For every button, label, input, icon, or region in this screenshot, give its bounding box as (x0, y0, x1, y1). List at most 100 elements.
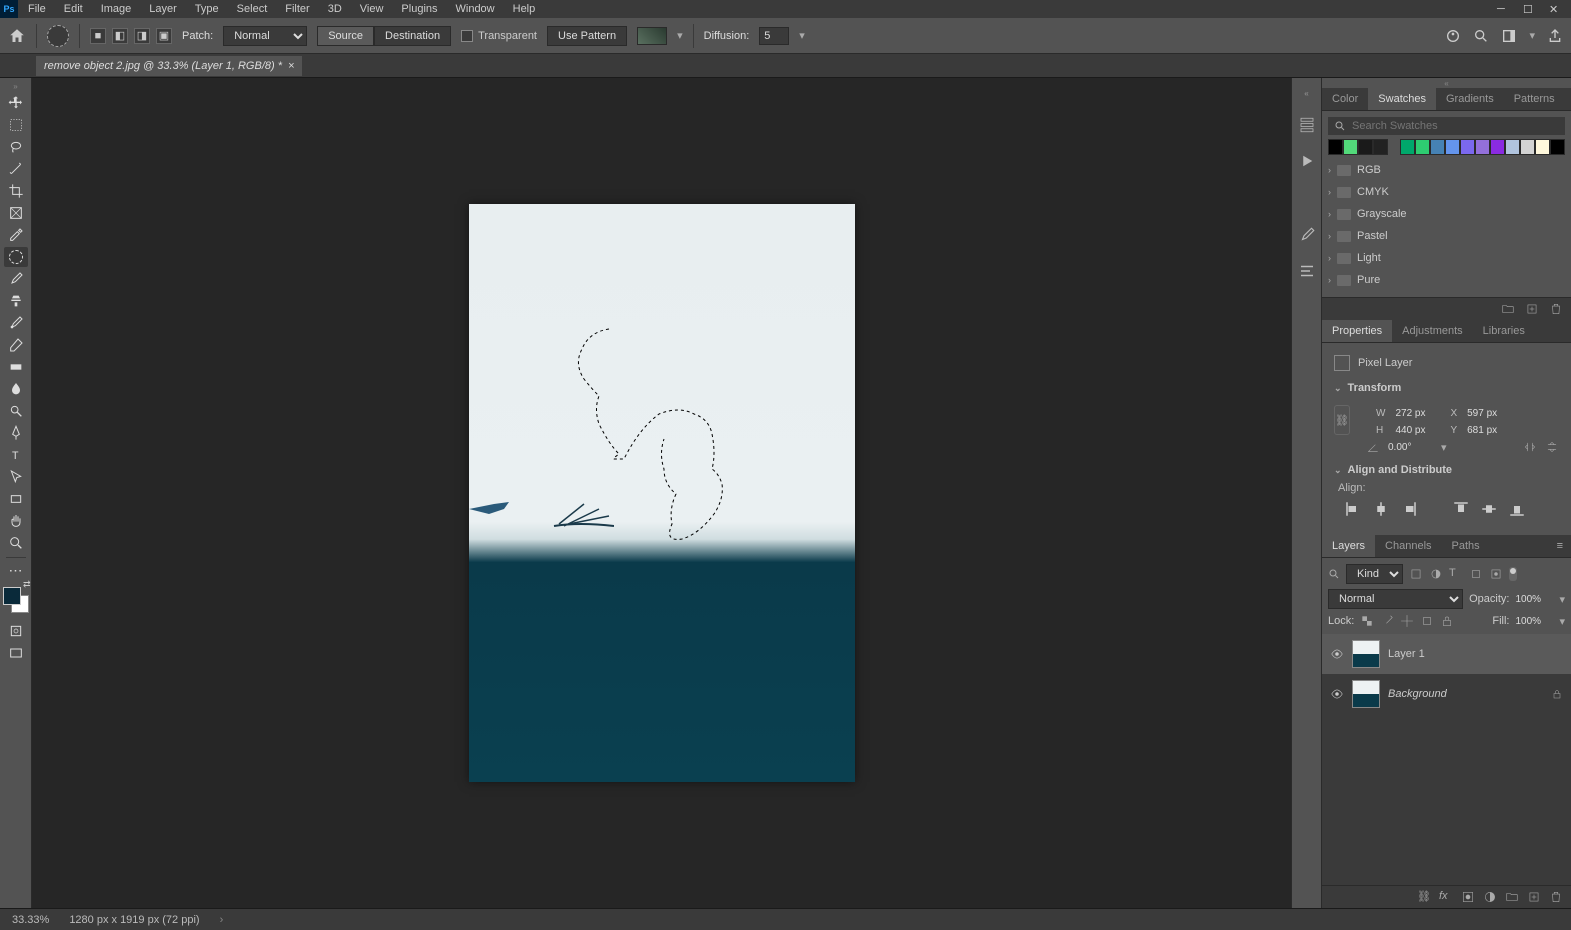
lock-artboard-icon[interactable] (1420, 614, 1434, 628)
menu-file[interactable]: File (20, 1, 54, 17)
lock-transparent-icon[interactable] (1360, 614, 1374, 628)
swatches-tab[interactable]: Swatches (1368, 88, 1436, 110)
maximize-button[interactable]: ☐ (1523, 3, 1535, 15)
channels-tab[interactable]: Channels (1375, 535, 1441, 557)
rectangle-tool[interactable] (4, 489, 28, 509)
patch-tool-icon[interactable] (47, 25, 69, 47)
brushes-panel-icon[interactable] (1298, 226, 1316, 244)
swatch[interactable] (1460, 139, 1475, 155)
new-layer-icon[interactable] (1527, 890, 1541, 904)
swatch[interactable] (1430, 139, 1445, 155)
crop-tool[interactable] (4, 181, 28, 201)
layer-item[interactable]: Background (1322, 674, 1571, 714)
layer-style-icon[interactable]: fx (1439, 890, 1453, 904)
subtract-selection-button[interactable]: ◨ (134, 28, 150, 44)
intersect-selection-button[interactable]: ▣ (156, 28, 172, 44)
destination-button[interactable]: Destination (374, 26, 451, 46)
swatch[interactable] (1475, 139, 1490, 155)
y-input[interactable] (1467, 425, 1512, 436)
flip-h-icon[interactable] (1523, 440, 1537, 454)
workspace-icon[interactable] (1501, 28, 1517, 44)
screen-mode-tool[interactable] (4, 643, 28, 663)
swatch[interactable] (1490, 139, 1505, 155)
height-input[interactable] (1395, 425, 1440, 436)
group-icon[interactable] (1505, 890, 1519, 904)
properties-tab[interactable]: Properties (1322, 320, 1392, 342)
opacity-input[interactable] (1515, 594, 1553, 605)
patch-mode-dropdown[interactable]: Normal (223, 26, 307, 46)
swatch[interactable] (1358, 139, 1373, 155)
color-picker[interactable]: ⇄ (3, 587, 29, 613)
swatch[interactable] (1535, 139, 1550, 155)
dropdown-arrow-icon[interactable]: ▾ (677, 29, 683, 42)
patch-tool[interactable] (4, 247, 28, 267)
swatch-folder-grayscale[interactable]: ›Grayscale (1328, 203, 1565, 225)
menu-edit[interactable]: Edit (56, 1, 91, 17)
cloud-icon[interactable] (1445, 28, 1461, 44)
marquee-tool[interactable] (4, 115, 28, 135)
link-dimensions-icon[interactable]: ⛓ (1334, 405, 1350, 435)
zoom-tool[interactable] (4, 533, 28, 553)
path-selection-tool[interactable] (4, 467, 28, 487)
dodge-tool[interactable] (4, 401, 28, 421)
close-tab-icon[interactable]: × (288, 60, 294, 72)
new-selection-button[interactable]: ■ (90, 28, 106, 44)
move-tool[interactable] (4, 93, 28, 113)
align-center-v-icon[interactable] (1480, 500, 1498, 518)
libraries-tab[interactable]: Libraries (1473, 320, 1535, 342)
menu-layer[interactable]: Layer (141, 1, 185, 17)
new-swatch-icon[interactable] (1525, 302, 1539, 316)
adjustments-tab[interactable]: Adjustments (1392, 320, 1473, 342)
menu-filter[interactable]: Filter (277, 1, 317, 17)
swatch-search[interactable] (1328, 117, 1565, 135)
home-icon[interactable] (8, 27, 26, 45)
minimize-button[interactable]: ─ (1497, 3, 1509, 15)
type-tool[interactable]: T (4, 445, 28, 465)
delete-layer-icon[interactable] (1549, 890, 1563, 904)
collapse-handle-icon[interactable]: » (13, 82, 17, 91)
swatch[interactable] (1373, 139, 1388, 155)
document-tab[interactable]: remove object 2.jpg @ 33.3% (Layer 1, RG… (36, 56, 302, 76)
menu-select[interactable]: Select (229, 1, 276, 17)
width-input[interactable] (1395, 408, 1440, 419)
filter-shape-icon[interactable] (1469, 567, 1483, 581)
brush-tool[interactable] (4, 269, 28, 289)
transform-section-header[interactable]: ⌄ Transform (1334, 382, 1559, 394)
layer-item[interactable]: Layer 1 (1322, 634, 1571, 674)
swatch-search-input[interactable] (1352, 120, 1559, 132)
eraser-tool[interactable] (4, 335, 28, 355)
menu-help[interactable]: Help (505, 1, 544, 17)
gradients-tab[interactable]: Gradients (1436, 88, 1504, 110)
diffusion-stepper-icon[interactable]: ▾ (799, 29, 805, 42)
color-tab[interactable]: Color (1322, 88, 1368, 110)
menu-plugins[interactable]: Plugins (393, 1, 445, 17)
flip-v-icon[interactable] (1545, 440, 1559, 454)
filter-toggle[interactable] (1509, 567, 1517, 581)
angle-dropdown-icon[interactable]: ▾ (1441, 441, 1447, 454)
folder-icon[interactable] (1501, 302, 1515, 316)
menu-3d[interactable]: 3D (320, 1, 350, 17)
swatch[interactable] (1550, 139, 1565, 155)
zoom-level[interactable]: 33.33% (12, 914, 49, 926)
menu-window[interactable]: Window (448, 1, 503, 17)
fill-input[interactable] (1515, 616, 1553, 627)
foreground-color[interactable] (3, 587, 21, 605)
panel-menu-icon[interactable]: ≡ (1549, 535, 1571, 557)
kind-dropdown[interactable]: Kind (1346, 564, 1403, 584)
swatch[interactable] (1520, 139, 1535, 155)
search-icon[interactable] (1473, 28, 1489, 44)
swatch[interactable] (1400, 139, 1415, 155)
layer-mask-icon[interactable] (1461, 890, 1475, 904)
fill-dropdown-icon[interactable]: ▾ (1559, 615, 1565, 628)
angle-input[interactable] (1388, 442, 1433, 453)
status-arrow-icon[interactable]: › (220, 914, 224, 926)
swatch-folder-cmyk[interactable]: ›CMYK (1328, 181, 1565, 203)
swatch[interactable] (1415, 139, 1430, 155)
source-button[interactable]: Source (317, 26, 374, 46)
align-center-h-icon[interactable] (1372, 500, 1390, 518)
transparent-checkbox[interactable]: Transparent (461, 30, 537, 42)
filter-adjustment-icon[interactable] (1429, 567, 1443, 581)
diffusion-input[interactable] (759, 27, 789, 45)
share-icon[interactable] (1547, 28, 1563, 44)
close-button[interactable]: ✕ (1549, 3, 1561, 15)
